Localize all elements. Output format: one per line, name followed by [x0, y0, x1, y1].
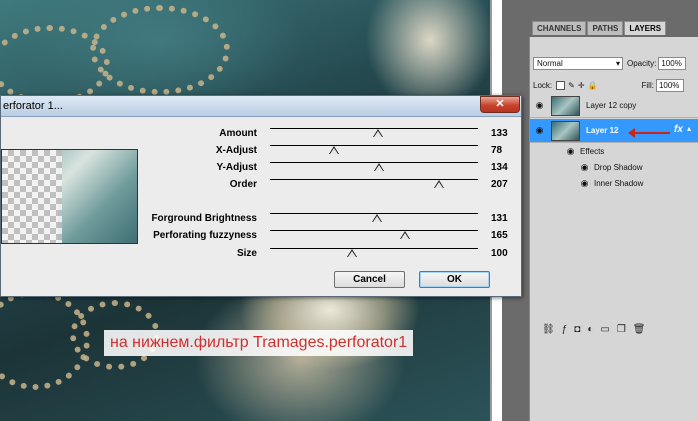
effect-name: Drop Shadow: [594, 163, 643, 172]
layer-row-layer-12-copy[interactable]: ◉ Layer 12 copy: [530, 94, 698, 118]
layer-thumbnail: [551, 121, 580, 141]
param-label: X-Adjust: [215, 145, 257, 156]
tab-paths[interactable]: PATHS: [587, 21, 624, 35]
fill-field[interactable]: 100%: [655, 79, 684, 92]
param-perforating-fuzzyness: Perforating fuzzyness 165: [141, 230, 511, 244]
eye-icon[interactable]: ◉: [579, 162, 590, 173]
dialog-titlebar[interactable]: erforator 1...: [1, 96, 521, 117]
layer-thumbnail: [551, 96, 580, 116]
layer-name: Layer 12: [586, 126, 619, 135]
slider-thumb[interactable]: [328, 146, 339, 154]
fill-label: Fill:: [641, 81, 654, 90]
param-value: 134: [491, 162, 508, 173]
param-size: Size 100: [141, 248, 511, 262]
cancel-button[interactable]: Cancel: [334, 271, 405, 288]
slider-thumb[interactable]: [374, 163, 385, 171]
slider-thumb[interactable]: [433, 180, 444, 188]
param-x-adjust: X-Adjust 78: [141, 145, 511, 159]
fx-menu-icon[interactable]: ƒ: [562, 324, 568, 335]
lock-label: Lock:: [533, 81, 553, 90]
param-label: Perforating fuzzyness: [153, 230, 257, 241]
param-value: 165: [491, 230, 508, 241]
param-label: Order: [229, 179, 257, 190]
effect-drop-shadow[interactable]: ◉ Drop Shadow: [530, 160, 698, 176]
new-layer-icon[interactable]: ❐: [617, 324, 626, 335]
instruction-caption: на нижнем.фильтр Tramages.perforator1: [104, 330, 414, 356]
mask-icon[interactable]: ◘: [574, 324, 580, 335]
fx-icon[interactable]: fx: [674, 124, 683, 135]
filter-preview: [1, 149, 138, 244]
param-label: Amount: [219, 128, 257, 139]
lock-all-icon[interactable]: 🔒: [588, 81, 598, 90]
expand-effects-icon[interactable]: ▴: [687, 124, 691, 133]
param-value: 207: [491, 179, 508, 190]
eye-icon[interactable]: ◉: [534, 125, 545, 136]
param-label: Y-Adjust: [216, 162, 257, 173]
opacity-label: Opacity:: [627, 59, 657, 68]
lock-transparency-icon[interactable]: [556, 81, 566, 90]
slider-track[interactable]: [270, 145, 478, 146]
adjustment-icon[interactable]: ◐: [587, 324, 593, 335]
param-value: 133: [491, 128, 508, 139]
layers-panel: CHANNELS PATHS LAYERS Normal ▾ Opacity: …: [529, 21, 698, 421]
lock-row: Lock: ✎ ✛ 🔒 Fill: 100%: [533, 79, 684, 92]
ok-button[interactable]: OK: [419, 271, 490, 288]
eye-icon[interactable]: ◉: [534, 100, 545, 111]
blend-row: Normal ▾ Opacity: 100%: [533, 57, 687, 70]
slider-thumb[interactable]: [373, 129, 384, 137]
layer-row-layer-12[interactable]: ◉ Layer 12 fx ▴: [530, 119, 698, 143]
chevron-down-icon: ▾: [615, 59, 620, 68]
effects-label: Effects: [580, 147, 605, 156]
param-amount: Amount 133: [141, 128, 511, 142]
slider-track[interactable]: [270, 248, 478, 249]
layer-name: Layer 12 copy: [586, 101, 637, 110]
lock-paint-icon[interactable]: ✎: [568, 81, 575, 90]
gold-ornament: [90, 5, 230, 95]
perforator-dialog: erforator 1... ✕ Amount 133 X-Adjust 78 …: [0, 95, 522, 297]
transparency-checker: [2, 150, 62, 243]
close-button[interactable]: ✕: [480, 96, 520, 113]
slider-thumb[interactable]: [371, 214, 382, 222]
panel-tabs: CHANNELS PATHS LAYERS: [532, 21, 667, 35]
tab-layers[interactable]: LAYERS: [624, 21, 667, 35]
slider-thumb[interactable]: [346, 249, 357, 257]
trash-icon[interactable]: 🗑: [633, 324, 646, 335]
blend-mode-select[interactable]: Normal ▾: [533, 57, 623, 70]
param-value: 100: [491, 248, 508, 259]
effects-row[interactable]: ◉ Effects: [530, 144, 698, 160]
param-order: Order 207: [141, 179, 511, 193]
effect-inner-shadow[interactable]: ◉ Inner Shadow: [530, 176, 698, 192]
eye-icon[interactable]: ◉: [565, 146, 576, 157]
blend-mode-value: Normal: [537, 59, 563, 68]
opacity-field[interactable]: 100%: [658, 57, 687, 70]
dialog-title: erforator 1...: [3, 100, 63, 112]
lock-move-icon[interactable]: ✛: [578, 81, 585, 90]
tab-channels[interactable]: CHANNELS: [532, 21, 587, 35]
slider-track[interactable]: [270, 230, 478, 231]
param-label: Forground Brightness: [151, 213, 257, 224]
param-forground-brightness: Forground Brightness 131: [141, 213, 511, 227]
param-y-adjust: Y-Adjust 134: [141, 162, 511, 176]
link-icon[interactable]: ⛓: [542, 324, 555, 335]
red-arrow-annotation: [628, 128, 670, 138]
panel-toolbar: ⛓ ƒ ◘ ◐ ▭ ❐ 🗑: [542, 324, 645, 335]
eye-icon[interactable]: ◉: [579, 178, 590, 189]
effect-name: Inner Shadow: [594, 179, 644, 188]
param-value: 78: [491, 145, 503, 156]
param-label: Size: [236, 248, 257, 259]
slider-thumb[interactable]: [399, 231, 410, 239]
param-value: 131: [491, 213, 508, 224]
group-icon[interactable]: ▭: [600, 324, 609, 335]
slider-track[interactable]: [270, 179, 478, 180]
